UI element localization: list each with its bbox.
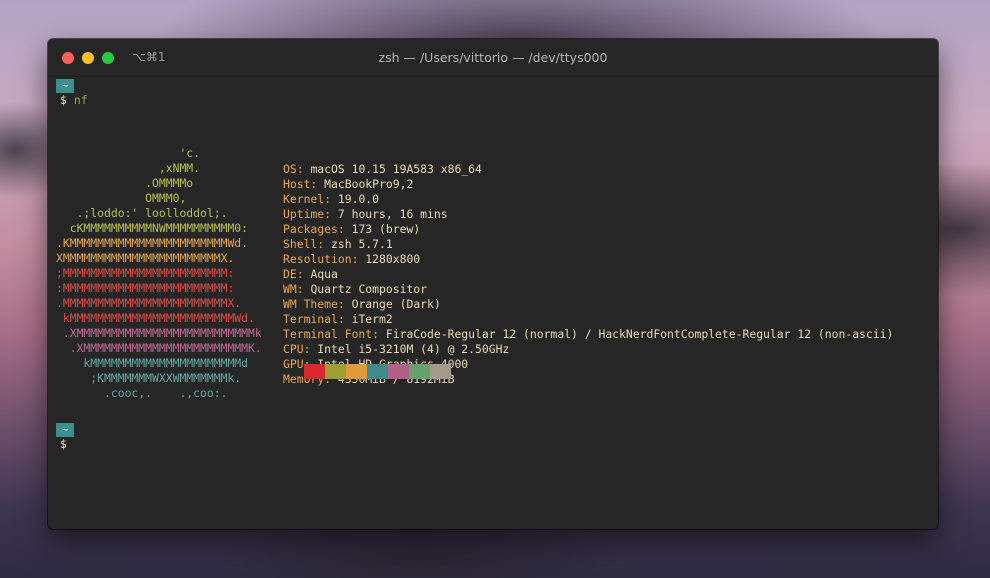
logo-line: kMMMMMMMMMMMMMMMMMMMMMMd xyxy=(56,356,249,370)
palette-swatch xyxy=(367,364,388,379)
info-value: iTerm2 xyxy=(351,312,393,326)
logo-line: .XMMMMMMMMMMMMMMMMMMMMMMMMK. xyxy=(56,341,262,355)
logo-line: XMMMMMMMMMMMMMMMMMMMMMMMX. xyxy=(56,251,235,265)
info-key: Terminal Font: xyxy=(283,327,380,341)
apple-ascii-logo: 'c. ,xNMM. .OMMMMo OMMM0, .;loddo:' lool… xyxy=(56,146,262,401)
info-value: 173 (brew) xyxy=(351,222,421,236)
palette-swatch xyxy=(430,364,451,379)
prompt-symbol: $ xyxy=(60,437,67,451)
palette-swatch xyxy=(304,364,325,379)
info-key: Kernel: xyxy=(283,192,332,206)
info-row: Host: MacBookPro9,2 xyxy=(283,177,893,192)
title-bar[interactable]: ⌥⌘1 zsh — /Users/vittorio — /dev/ttys000 xyxy=(48,39,938,77)
logo-line: .cooc,. .,coo:. xyxy=(56,386,228,400)
info-row: Packages: 173 (brew) xyxy=(283,222,893,237)
palette-swatch xyxy=(325,364,346,379)
info-value: Aqua xyxy=(310,267,338,281)
logo-line: ;MMMMMMMMMMMMMMMMMMMMMMMM: xyxy=(56,266,235,280)
info-value: 7 hours, 16 mins xyxy=(337,207,448,221)
info-key: CPU: xyxy=(283,342,311,356)
info-value: MacBookPro9,2 xyxy=(324,177,414,191)
info-key: WM: xyxy=(283,282,304,296)
terminal-content[interactable]: ~ $ nf 'c. ,xNMM. .OMMMMo OMMM0, .;loddo:… xyxy=(56,79,938,529)
info-row: WM Theme: Orange (Dark) xyxy=(283,297,893,312)
logo-line: .MMMMMMMMMMMMMMMMMMMMMMMMX. xyxy=(56,296,242,310)
info-row: Kernel: 19.0.0 xyxy=(283,192,893,207)
info-row: DE: Aqua xyxy=(283,267,893,282)
logo-line: ;KMMMMMMMWXXWMMMMMMMk. xyxy=(56,371,242,385)
info-key: Shell: xyxy=(283,237,325,251)
logo-line: ,xNMM. xyxy=(56,161,201,175)
info-row: CPU: Intel i5-3210M (4) @ 2.50GHz xyxy=(283,342,893,357)
logo-line: .XMMMMMMMMMMMMMMMMMMMMMMMMMMk xyxy=(56,326,262,340)
info-key: Terminal: xyxy=(283,312,345,326)
info-value: zsh 5.7.1 xyxy=(331,237,393,251)
logo-line: .OMMMMo xyxy=(56,176,194,190)
info-row: Shell: zsh 5.7.1 xyxy=(283,237,893,252)
info-key: Uptime: xyxy=(283,207,332,221)
info-row: Terminal: iTerm2 xyxy=(283,312,893,327)
logo-line: OMMM0, xyxy=(56,191,187,205)
prompt-directory-badge: ~ xyxy=(56,423,74,437)
palette-swatch xyxy=(409,364,430,379)
info-key: Host: xyxy=(283,177,318,191)
info-row: Uptime: 7 hours, 16 mins xyxy=(283,207,893,222)
palette-swatch xyxy=(346,364,367,379)
logo-line: 'c. xyxy=(56,146,201,160)
logo-line: kMMMMMMMMMMMMMMMMMMMMMMMMWd. xyxy=(56,311,255,325)
window-title: zsh — /Users/vittorio — /dev/ttys000 xyxy=(378,50,608,65)
info-row: OS: macOS 10.15 19A583 x86_64 xyxy=(283,162,893,177)
info-value: Orange (Dark) xyxy=(351,297,441,311)
info-value: 1280x800 xyxy=(365,252,421,266)
info-row: WM: Quartz Compositor xyxy=(283,282,893,297)
command-text: nf xyxy=(73,93,88,107)
command-line: $ nf xyxy=(60,93,88,108)
prompt-directory-badge: ~ xyxy=(56,79,74,93)
info-row: Resolution: 1280x800 xyxy=(283,252,893,267)
info-value: FiraCode-Regular 12 (normal) / HackNerdF… xyxy=(385,327,894,341)
logo-line: .;loddo:' loolloddol;. xyxy=(56,206,228,220)
info-row: Terminal Font: FiraCode-Regular 12 (norm… xyxy=(283,327,893,342)
info-key: WM Theme: xyxy=(283,297,345,311)
info-key: Packages: xyxy=(283,222,345,236)
info-value: Intel i5-3210M (4) @ 2.50GHz xyxy=(317,342,510,356)
info-key: Resolution: xyxy=(283,252,359,266)
system-info-list: OS: macOS 10.15 19A583 x86_64 Host: MacBo… xyxy=(283,162,893,387)
command-line: $ xyxy=(60,437,67,452)
palette-swatch xyxy=(388,364,409,379)
logo-line: .KMMMMMMMMMMMMMMMMMMMMMMMWd. xyxy=(56,236,249,250)
info-key: OS: xyxy=(283,162,304,176)
info-value: macOS 10.15 19A583 x86_64 xyxy=(310,162,482,176)
prompt-symbol: $ xyxy=(60,93,67,107)
terminal-window[interactable]: ⌥⌘1 zsh — /Users/vittorio — /dev/ttys000… xyxy=(48,39,938,529)
logo-line: cKMMMMMMMMMMNWMMMMMMMMMM0: xyxy=(56,221,249,235)
info-value: 19.0.0 xyxy=(337,192,380,206)
info-value: Quartz Compositor xyxy=(310,282,428,296)
logo-line: :MMMMMMMMMMMMMMMMMMMMMMMM: xyxy=(56,281,235,295)
info-key: DE: xyxy=(283,267,304,281)
